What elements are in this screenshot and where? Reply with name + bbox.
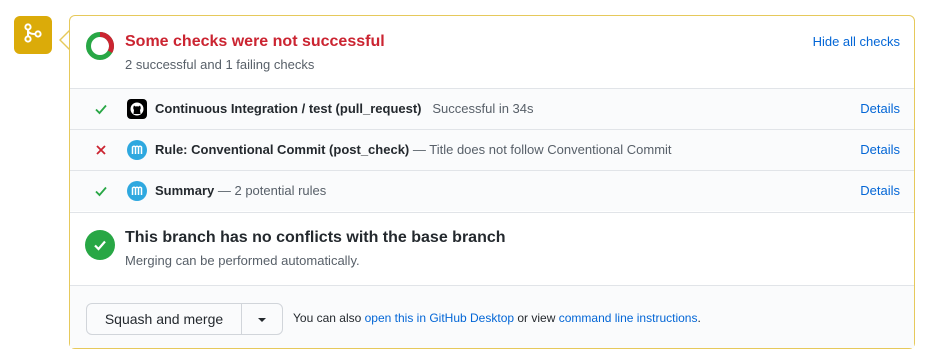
checks-status-title: Some checks were not successful [125,33,385,50]
check-circle-icon [85,230,115,260]
check-row: Summary — 2 potential rules Details [70,170,914,211]
checks-summary-header: Some checks were not successful 2 succes… [70,16,914,88]
check-row: Continuous Integration / test (pull_requ… [70,88,914,129]
merge-button-group: Squash and merge [86,303,283,335]
footer-text-middle: or view [514,311,559,325]
check-description: — Title does not follow Conventional Com… [412,142,672,157]
check-name: Rule: Conventional Commit (post_check) [155,142,410,157]
check-details-link[interactable]: Details [860,183,900,198]
check-description: — 2 potential rules [217,183,327,198]
conflict-status: This branch has no conflicts with the ba… [70,212,914,285]
git-merge-icon [22,22,44,49]
merge-box: Some checks were not successful 2 succes… [69,15,915,349]
check-icon [95,186,107,197]
conflict-subtitle: Merging can be performed automatically. [125,253,360,268]
check-icon [95,104,107,115]
mergify-icon [127,140,147,160]
x-icon [96,145,106,155]
checks-status-subtitle: 2 successful and 1 failing checks [125,57,315,72]
check-name: Continuous Integration / test (pull_requ… [155,101,422,116]
mergify-icon [127,181,147,201]
check-row: Rule: Conventional Commit (post_check) —… [70,129,914,170]
conflict-title: This branch has no conflicts with the ba… [125,229,506,246]
check-details-link[interactable]: Details [860,142,900,157]
merge-method-dropdown[interactable] [242,304,282,334]
checks-donut-icon [86,32,114,60]
check-description: Successful in 34s [432,101,534,116]
footer-hint: You can also open this in GitHub Desktop… [293,311,701,325]
command-line-instructions-link[interactable]: command line instructions [559,311,698,325]
hide-all-checks-link[interactable]: Hide all checks [813,34,900,49]
check-name: Summary [155,183,215,198]
merge-status-badge [14,16,52,54]
footer-text-prefix: You can also [293,311,365,325]
caret-down-icon [257,310,267,328]
checks-list: Continuous Integration / test (pull_requ… [70,88,914,211]
open-in-desktop-link[interactable]: open this in GitHub Desktop [365,311,514,325]
squash-and-merge-button[interactable]: Squash and merge [87,304,242,334]
footer-text-suffix: . [697,311,701,325]
merge-footer: Squash and merge You can also open this … [70,285,914,348]
github-icon [127,99,147,119]
check-details-link[interactable]: Details [860,101,900,116]
